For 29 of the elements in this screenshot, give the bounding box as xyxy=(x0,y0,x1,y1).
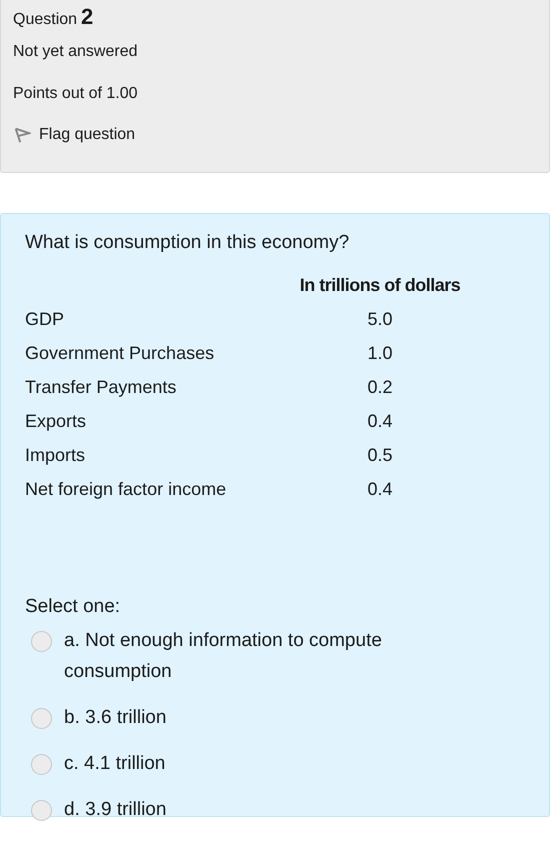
select-prompt: Select one: xyxy=(25,596,122,618)
answer-status: Not yet answered xyxy=(13,42,139,62)
question-number: 2 xyxy=(81,4,94,30)
table-cell: 0.4 xyxy=(367,478,393,498)
table-cell: Government Purchases xyxy=(25,342,214,362)
table-cell: GDP xyxy=(25,308,64,328)
flag-icon xyxy=(13,126,31,144)
table-cell: 0.5 xyxy=(367,444,393,464)
points-text: Points out of 1.00 xyxy=(13,84,139,104)
question-text: What is consumption in this economy? xyxy=(25,232,350,254)
table-cell: Exports xyxy=(25,410,86,430)
table-cell: Transfer Payments xyxy=(25,376,176,396)
table-cell: 0.4 xyxy=(367,410,393,430)
radio-button[interactable] xyxy=(31,800,52,821)
table-cell: Net foreign factor income xyxy=(25,478,226,498)
column-header: In trillions of dollars xyxy=(300,274,460,294)
table-cell: 0.2 xyxy=(367,376,393,396)
table-cell: Imports xyxy=(25,444,86,464)
option-label[interactable]: c. 4.1 trillion xyxy=(64,748,444,779)
radio-button[interactable] xyxy=(31,754,52,775)
question-label: Question xyxy=(13,11,78,29)
option-label[interactable]: a. Not enough information to compute consumption xyxy=(64,625,444,687)
option-label[interactable]: d. 3.9 trillion xyxy=(64,794,444,825)
flag-question-link[interactable]: Flag question xyxy=(13,126,136,144)
option-label[interactable]: b. 3.6 trillion xyxy=(64,702,444,733)
radio-button[interactable] xyxy=(31,708,52,729)
radio-button[interactable] xyxy=(31,631,52,652)
table-cell: 1.0 xyxy=(367,342,393,362)
table-cell: 5.0 xyxy=(367,308,393,328)
